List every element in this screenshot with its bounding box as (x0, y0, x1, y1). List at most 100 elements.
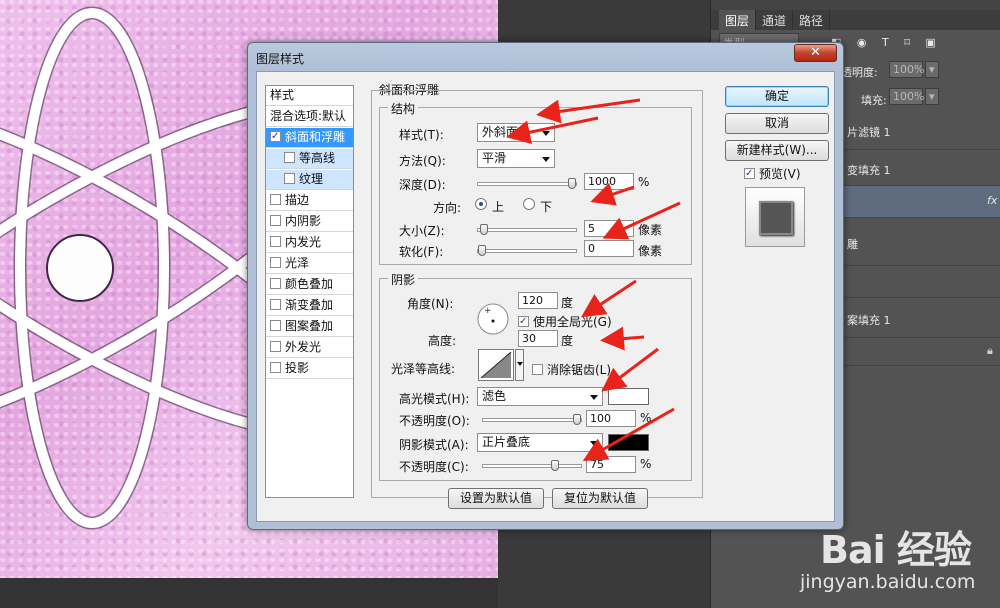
size-label: 大小(Z): (399, 224, 445, 238)
ok-button[interactable]: 确定 (725, 86, 829, 107)
style-item-checkbox[interactable] (270, 320, 281, 331)
set-default-button[interactable]: 设置为默认值 (448, 488, 544, 509)
soften-unit: 像素 (638, 244, 663, 258)
status-strip (0, 578, 498, 608)
style-list-item[interactable]: 图案叠加 (266, 317, 353, 337)
style-item-checkbox[interactable] (270, 341, 281, 352)
altitude-input[interactable]: 30 (518, 330, 558, 347)
size-unit: 像素 (638, 223, 663, 237)
soften-input[interactable]: 0 (584, 240, 634, 257)
angle-label: 角度(N): (407, 297, 454, 311)
gloss-contour-label: 光泽等高线: (391, 362, 456, 376)
filter-icons[interactable]: ◧ ◉ T ⌑ ▣ (831, 36, 942, 49)
contour-preview-icon (480, 351, 512, 379)
style-list-item[interactable]: 外发光 (266, 338, 353, 358)
style-list-item[interactable]: 描边 (266, 191, 353, 211)
style-item-checkbox[interactable] (284, 173, 295, 184)
style-item-checkbox[interactable] (284, 152, 295, 163)
highlight-opacity-slider[interactable] (482, 414, 582, 425)
style-item-checkbox[interactable] (270, 278, 281, 289)
preview-checkbox[interactable] (744, 168, 755, 179)
size-slider[interactable] (477, 224, 577, 235)
global-light-checkbox-wrap[interactable]: 使用全局光(G) (518, 313, 612, 330)
shadow-mode-select[interactable]: 正片叠底 (477, 433, 603, 452)
technique-value: 平滑 (482, 151, 507, 165)
depth-unit: % (638, 175, 650, 189)
style-item-label: 投影 (285, 361, 310, 375)
close-button[interactable]: ✕ (794, 44, 837, 62)
style-item-checkbox[interactable] (270, 299, 281, 310)
style-label: 样式(T): (399, 128, 444, 142)
tab-layers[interactable]: 图层 (719, 10, 757, 30)
shadow-color-swatch[interactable] (608, 434, 649, 451)
style-list-item[interactable]: 斜面和浮雕 (266, 128, 353, 148)
direction-down-radio[interactable] (523, 198, 535, 210)
size-input[interactable]: 5 (584, 220, 634, 237)
preview-checkbox-wrap[interactable]: 预览(V) (744, 165, 801, 182)
shading-title: 阴影 (388, 271, 419, 288)
style-list-item[interactable]: 渐变叠加 (266, 296, 353, 316)
technique-select[interactable]: 平滑 (477, 149, 555, 168)
style-list-item[interactable]: 混合选项:默认 (266, 107, 353, 127)
altitude-unit: 度 (561, 334, 574, 348)
chevron-down-icon (590, 441, 598, 446)
fill-input[interactable]: 100% (889, 88, 924, 105)
style-list-item[interactable]: 纹理 (266, 170, 353, 190)
dialog-body: 样式 混合选项:默认斜面和浮雕等高线纹理描边内阴影内发光光泽颜色叠加渐变叠加图案… (256, 71, 835, 522)
angle-input[interactable]: 120 (518, 292, 558, 309)
highlight-color-swatch[interactable] (608, 388, 649, 405)
dialog-titlebar[interactable]: 图层样式 ✕ (248, 43, 843, 71)
style-item-label: 斜面和浮雕 (285, 130, 346, 144)
style-item-label: 颜色叠加 (285, 277, 334, 291)
contour-dropdown-icon[interactable] (515, 349, 524, 381)
highlight-opacity-thumb[interactable] (573, 414, 581, 425)
shadow-opacity-unit: % (640, 457, 652, 471)
tab-channels[interactable]: 通道 (756, 10, 794, 30)
antialias-checkbox-wrap[interactable]: 消除锯齿(L) (532, 361, 611, 378)
global-light-checkbox[interactable] (518, 316, 529, 327)
style-item-checkbox[interactable] (270, 362, 281, 373)
style-item-checkbox[interactable] (270, 194, 281, 205)
direction-up-radio[interactable] (475, 198, 487, 210)
style-list-item[interactable]: 内发光 (266, 233, 353, 253)
gloss-contour-picker[interactable] (478, 349, 514, 381)
highlight-opacity-input[interactable]: 100 (586, 410, 636, 427)
tab-paths[interactable]: 路径 (793, 10, 831, 30)
depth-slider-thumb[interactable] (568, 178, 576, 189)
chevron-down-icon (542, 157, 550, 162)
new-style-button[interactable]: 新建样式(W)... (725, 140, 829, 161)
preview-label: 预览(V) (759, 167, 801, 181)
style-item-checkbox[interactable] (270, 257, 281, 268)
fx-icon[interactable]: fx (987, 194, 997, 207)
style-item-checkbox[interactable] (270, 215, 281, 226)
bevel-style-value: 外斜面 (482, 125, 519, 139)
angle-dial[interactable]: + (476, 302, 510, 336)
soften-slider-thumb[interactable] (478, 245, 486, 256)
antialias-checkbox[interactable] (532, 364, 543, 375)
size-slider-thumb[interactable] (480, 224, 488, 235)
shadow-opacity-slider[interactable] (482, 460, 582, 471)
opacity-dropdown-icon[interactable]: ▾ (925, 61, 939, 78)
highlight-mode-select[interactable]: 滤色 (477, 387, 603, 406)
direction-down-label: 下 (540, 200, 553, 214)
soften-slider[interactable] (477, 245, 577, 256)
style-list-item[interactable]: 等高线 (266, 149, 353, 169)
style-list-item[interactable]: 光泽 (266, 254, 353, 274)
opacity-input[interactable]: 100% (889, 61, 924, 78)
style-list-item[interactable]: 投影 (266, 359, 353, 379)
depth-input[interactable]: 1000 (584, 173, 634, 190)
style-list-item[interactable]: 内阴影 (266, 212, 353, 232)
style-list-item[interactable]: 颜色叠加 (266, 275, 353, 295)
cancel-button[interactable]: 取消 (725, 113, 829, 134)
reset-default-button[interactable]: 复位为默认值 (552, 488, 648, 509)
bevel-style-select[interactable]: 外斜面 (477, 123, 555, 142)
chevron-down-icon (590, 395, 598, 400)
fill-dropdown-icon[interactable]: ▾ (925, 88, 939, 105)
shadow-opacity-input[interactable]: 75 (586, 456, 636, 473)
style-preview-thumbnail (745, 187, 805, 247)
style-item-checkbox[interactable] (270, 236, 281, 247)
depth-slider[interactable] (477, 178, 577, 189)
layer-style-dialog: 图层样式 ✕ 样式 混合选项:默认斜面和浮雕等高线纹理描边内阴影内发光光泽颜色叠… (247, 42, 844, 530)
style-item-checkbox[interactable] (270, 131, 281, 142)
shadow-opacity-thumb[interactable] (551, 460, 559, 471)
